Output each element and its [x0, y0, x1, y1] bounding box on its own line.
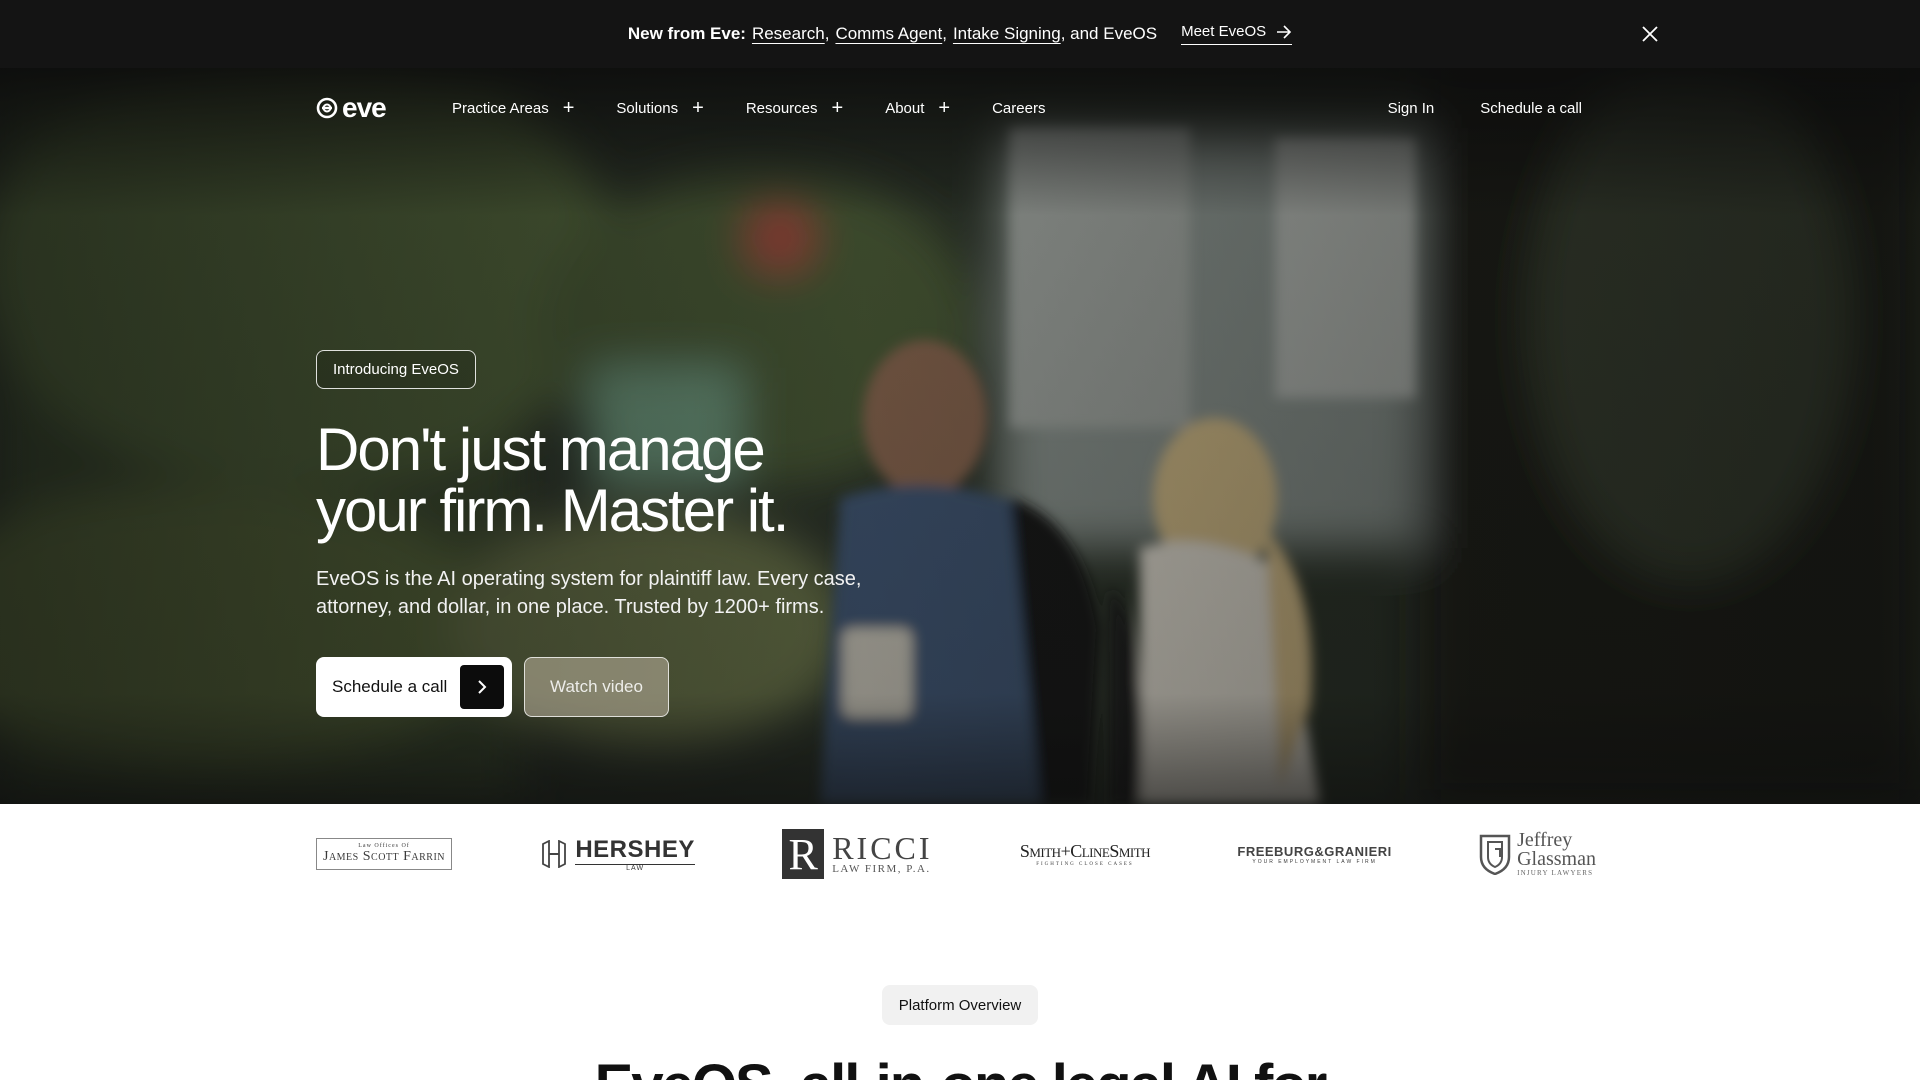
chevron-right-icon: [460, 665, 504, 709]
announcement-link-intake-signing[interactable]: Intake Signing: [953, 24, 1061, 44]
sign-in-link[interactable]: Sign In: [1388, 100, 1435, 117]
hershey-h-icon: [542, 840, 567, 868]
nav-item-practice-areas[interactable]: Practice Areas +: [452, 98, 574, 118]
nav-item-careers[interactable]: Careers: [992, 100, 1045, 117]
announcement-suffix: , and EveOS: [1060, 24, 1158, 43]
close-announcement-button[interactable]: [1638, 22, 1662, 46]
hero-background-image: [0, 68, 1920, 804]
introducing-eveos-badge[interactable]: Introducing EveOS: [316, 350, 476, 389]
nav-item-about[interactable]: About +: [885, 98, 950, 118]
hero-cta-group: Schedule a call Watch video: [316, 657, 956, 717]
glassman-shield-icon: [1479, 834, 1511, 875]
eve-logo[interactable]: eve: [316, 92, 452, 124]
platform-overview-heading: EveOS, all-in-one legal AI for: [0, 1052, 1920, 1080]
meet-eveos-link[interactable]: Meet EveOS: [1181, 23, 1293, 45]
plus-icon: +: [562, 97, 575, 119]
schedule-call-button[interactable]: Schedule a call: [316, 657, 512, 717]
main-nav: eve Practice Areas + Solutions + Resources…: [316, 68, 1582, 148]
announcement-prefix: New from Eve:: [627, 24, 746, 43]
platform-overview-badge: Platform Overview: [882, 985, 1038, 1025]
client-logos: Law Offices Of James Scott Farrin HERSHE…: [316, 804, 1596, 904]
nav-item-resources[interactable]: Resources +: [746, 98, 843, 118]
ricci-r-mark: R: [782, 829, 825, 879]
meet-eveos-label: Meet EveOS: [1181, 23, 1267, 40]
hero-headline: Don't just manage your firm. Master it.: [316, 416, 789, 544]
logo-ricci-law-firm: R RICCI LAW FIRM, P.A.: [782, 829, 932, 879]
logo-jeffrey-glassman: Jeffrey Glassman INJURY LAWYERS: [1479, 830, 1596, 877]
eve-logo-mark-icon: [316, 97, 338, 119]
plus-icon: +: [692, 97, 704, 119]
arrow-right-icon: [1277, 24, 1292, 39]
announcement-link-comms-agent[interactable]: Comms Agent: [835, 24, 942, 44]
watch-video-button[interactable]: Watch video: [524, 657, 669, 717]
plus-icon: +: [938, 97, 951, 119]
announcement-link-research[interactable]: Research: [752, 24, 825, 44]
nav-schedule-call-link[interactable]: Schedule a call: [1480, 100, 1582, 117]
logo-freeburg-granieri: FREEBURG&GRANIERI YOUR EMPLOYMENT LAW FI…: [1237, 843, 1392, 865]
announcement-bar: New from Eve: Research, Comms Agent, Int…: [0, 0, 1920, 68]
announcement-message: New from Eve: Research, Comms Agent, Int…: [627, 24, 1158, 44]
nav-actions: Sign In Schedule a call: [1388, 100, 1582, 117]
hero-section: [0, 68, 1920, 804]
hero-content: Introducing EveOS Don't just manage your…: [316, 350, 956, 717]
nav-item-solutions[interactable]: Solutions +: [616, 98, 703, 118]
nav-menu: Practice Areas + Solutions + Resources + Ab…: [452, 98, 1087, 118]
plus-icon: +: [831, 97, 844, 119]
logo-smith-clinesmith: Smith+ClineSmith FIGHTING CLOSE CASES: [1019, 841, 1151, 867]
hero-subtext: EveOS is the AI operating system for pla…: [316, 568, 862, 618]
logo-hershey-law: HERSHEY LAW: [539, 836, 695, 872]
schedule-call-label: Schedule a call: [332, 677, 448, 696]
close-icon: [1642, 26, 1658, 42]
eve-logo-text: eve: [342, 92, 387, 123]
logo-james-scott-farrin: Law Offices Of James Scott Farrin: [316, 838, 453, 870]
